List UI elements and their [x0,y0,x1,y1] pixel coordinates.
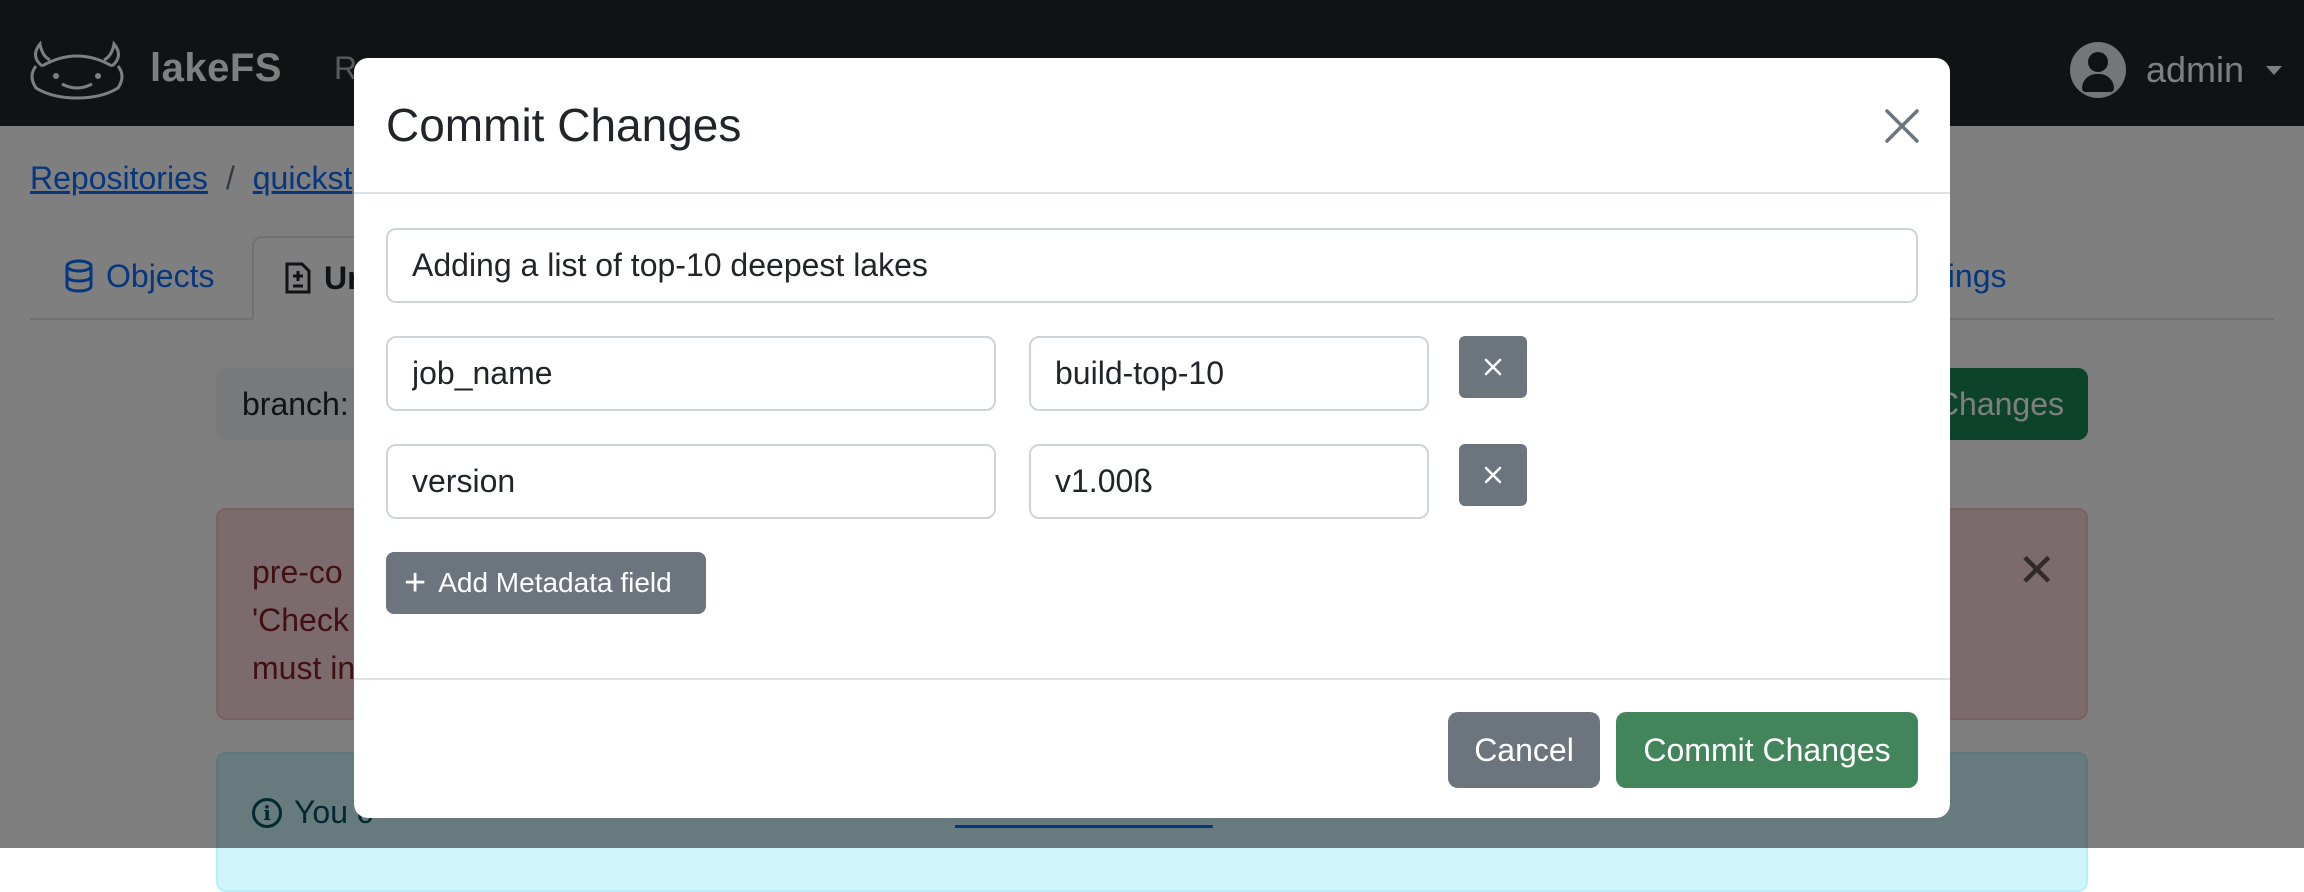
remove-metadata-button[interactable] [1459,444,1527,506]
metadata-value-input[interactable] [1029,336,1429,411]
modal-footer: Cancel Commit Changes [354,678,1950,818]
modal-title: Commit Changes [386,99,742,151]
close-icon [1484,466,1502,484]
close-icon[interactable] [1884,108,1920,144]
plus-icon: + [404,562,427,604]
add-metadata-field-button[interactable]: + Add Metadata field [386,552,706,614]
add-metadata-label: Add Metadata field [438,567,672,598]
cancel-button[interactable]: Cancel [1448,712,1600,788]
modal-header: Commit Changes [354,58,1950,194]
commit-changes-button[interactable]: Commit Changes [1616,712,1918,788]
close-icon [1484,358,1502,376]
metadata-key-input[interactable] [386,444,996,519]
commit-changes-modal: Commit Changes + Add Metadata field Canc… [354,58,1950,818]
commit-message-input[interactable] [386,228,1918,303]
remove-metadata-button[interactable] [1459,336,1527,398]
metadata-key-input[interactable] [386,336,996,411]
metadata-value-input[interactable] [1029,444,1429,519]
